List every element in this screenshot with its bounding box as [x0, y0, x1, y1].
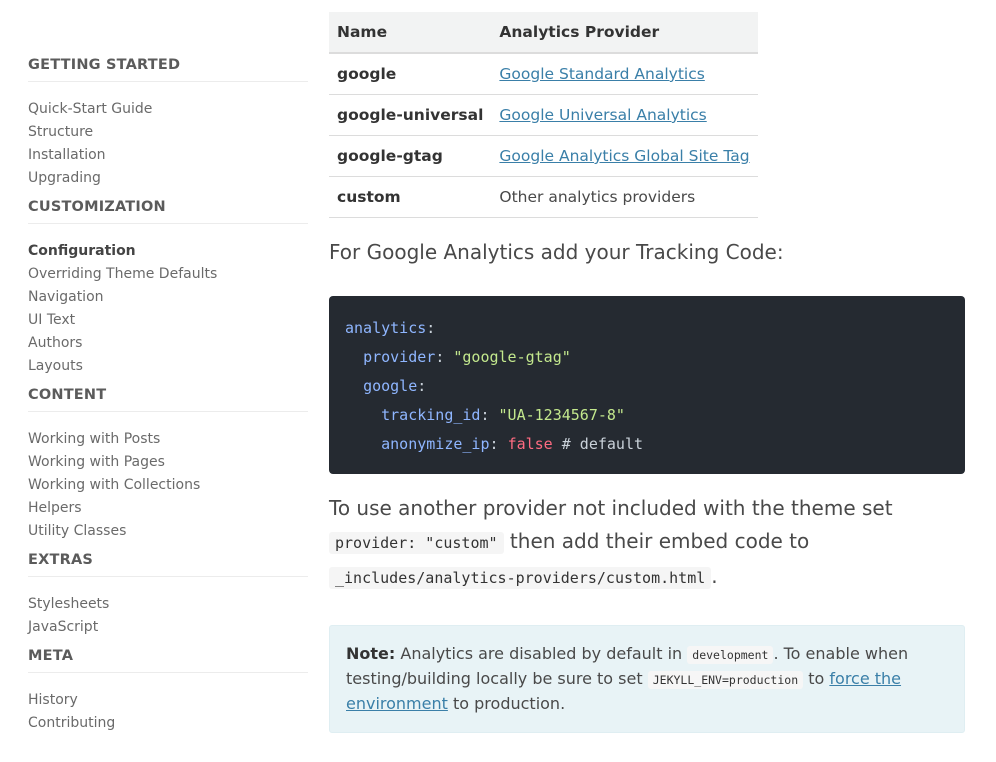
inline-code: provider: "custom" — [329, 532, 504, 554]
code-line-google: google: — [363, 377, 427, 395]
sidebar-item-utility-classes[interactable]: Utility Classes — [28, 520, 308, 543]
sidebar-item-upgrading[interactable]: Upgrading — [28, 167, 308, 190]
sidebar-item-javascript[interactable]: JavaScript — [28, 616, 308, 639]
nav-section-title: CONTENT — [28, 386, 308, 412]
note-text: to — [808, 669, 825, 688]
para-text: . — [711, 564, 718, 588]
code-string: "google-gtag" — [453, 348, 571, 366]
sidebar-item-helpers[interactable]: Helpers — [28, 497, 308, 520]
provider-link[interactable]: Google Universal Analytics — [499, 106, 706, 124]
para-text: then add their embed code to — [509, 529, 810, 553]
analytics-providers-table: Name Analytics Provider google Google St… — [329, 12, 758, 218]
note-callout: Note: Analytics are disabled by default … — [329, 625, 965, 733]
inline-code: _includes/analytics-providers/custom.htm… — [329, 567, 712, 589]
provider-cell: Google Universal Analytics — [491, 94, 758, 136]
main-content: Name Analytics Provider google Google St… — [329, 12, 965, 733]
code-boolean: false — [507, 435, 553, 453]
sidebar-item-contributing[interactable]: Contributing — [28, 712, 308, 735]
code-line-provider: provider: "google-gtag" — [363, 348, 571, 366]
sidebar-item-working-with-posts[interactable]: Working with Posts — [28, 428, 308, 451]
sidebar-item-navigation[interactable]: Navigation — [28, 286, 308, 309]
sidebar-item-history[interactable]: History — [28, 689, 308, 712]
provider-cell: Google Standard Analytics — [491, 53, 758, 95]
provider-link[interactable]: Google Standard Analytics — [499, 65, 704, 83]
nav-section-title: META — [28, 647, 308, 673]
sidebar-item-configuration[interactable]: Configuration — [28, 240, 308, 263]
code-key: analytics — [345, 319, 427, 337]
tracking-code-intro: For Google Analytics add your Tracking C… — [329, 240, 784, 264]
provider-name-cell: custom — [329, 176, 492, 218]
provider-link[interactable]: Google Analytics Global Site Tag — [499, 147, 749, 165]
nav-section-title: GETTING STARTED — [28, 56, 308, 82]
yaml-code-block[interactable]: analytics: provider: "google-gtag" googl… — [329, 296, 965, 474]
provider-text-cell: Other analytics providers — [491, 176, 758, 218]
sidebar-item-quick-start-guide[interactable]: Quick-Start Guide — [28, 98, 308, 121]
column-header-provider: Analytics Provider — [491, 12, 758, 54]
note-text: to production. — [453, 694, 566, 713]
sidebar-item-working-with-collections[interactable]: Working with Collections — [28, 474, 308, 497]
nav-section-title: EXTRAS — [28, 551, 308, 577]
nav-section-title: CUSTOMIZATION — [28, 198, 308, 224]
nav-section-content: CONTENT Working with Posts Working with … — [28, 386, 308, 543]
sidebar-item-working-with-pages[interactable]: Working with Pages — [28, 451, 308, 474]
table-row: google Google Standard Analytics — [329, 53, 758, 95]
provider-name-cell: google-universal — [329, 94, 492, 136]
code-key: anonymize_ip — [381, 435, 490, 453]
provider-name-cell: google-gtag — [329, 135, 492, 177]
provider-cell: Google Analytics Global Site Tag — [491, 135, 758, 177]
nav-section-getting-started: GETTING STARTED Quick-Start Guide Struct… — [28, 56, 308, 190]
nav-section-meta: META History Contributing — [28, 647, 308, 735]
sidebar-item-ui-text[interactable]: UI Text — [28, 309, 308, 332]
sidebar-item-authors[interactable]: Authors — [28, 332, 308, 355]
note-text: Analytics are disabled by default in — [400, 644, 683, 663]
custom-provider-paragraph: To use another provider not included wit… — [329, 492, 965, 595]
nav-section-customization: CUSTOMIZATION Configuration Overriding T… — [28, 198, 308, 378]
sidebar-nav: GETTING STARTED Quick-Start Guide Struct… — [28, 56, 308, 743]
table-row: custom Other analytics providers — [329, 176, 758, 218]
code-line-anonymize-ip: anonymize_ip: false # default — [381, 435, 644, 453]
provider-name-cell: google — [329, 53, 492, 95]
code-key: google — [363, 377, 418, 395]
code-comment: # default — [561, 435, 644, 453]
para-text: To use another provider not included wit… — [329, 496, 893, 520]
table-row: google-gtag Google Analytics Global Site… — [329, 135, 758, 177]
sidebar-item-stylesheets[interactable]: Stylesheets — [28, 593, 308, 616]
inline-code: JEKYLL_ENV=production — [647, 671, 804, 689]
code-string: "UA-1234567-8" — [498, 406, 625, 424]
nav-section-extras: EXTRAS Stylesheets JavaScript — [28, 551, 308, 639]
code-key: provider — [363, 348, 436, 366]
sidebar-item-layouts[interactable]: Layouts — [28, 355, 308, 378]
sidebar-item-installation[interactable]: Installation — [28, 144, 308, 167]
column-header-name: Name — [329, 12, 492, 54]
inline-code: development — [687, 646, 774, 664]
sidebar-item-structure[interactable]: Structure — [28, 121, 308, 144]
code-line-tracking-id: tracking_id: "UA-1234567-8" — [381, 406, 625, 424]
table-header-row: Name Analytics Provider — [329, 12, 758, 54]
code-line-analytics: analytics: — [345, 319, 436, 337]
code-key: tracking_id — [381, 406, 481, 424]
sidebar-item-overriding-theme-defaults[interactable]: Overriding Theme Defaults — [28, 263, 308, 286]
note-label: Note: — [346, 644, 396, 663]
table-row: google-universal Google Universal Analyt… — [329, 94, 758, 136]
